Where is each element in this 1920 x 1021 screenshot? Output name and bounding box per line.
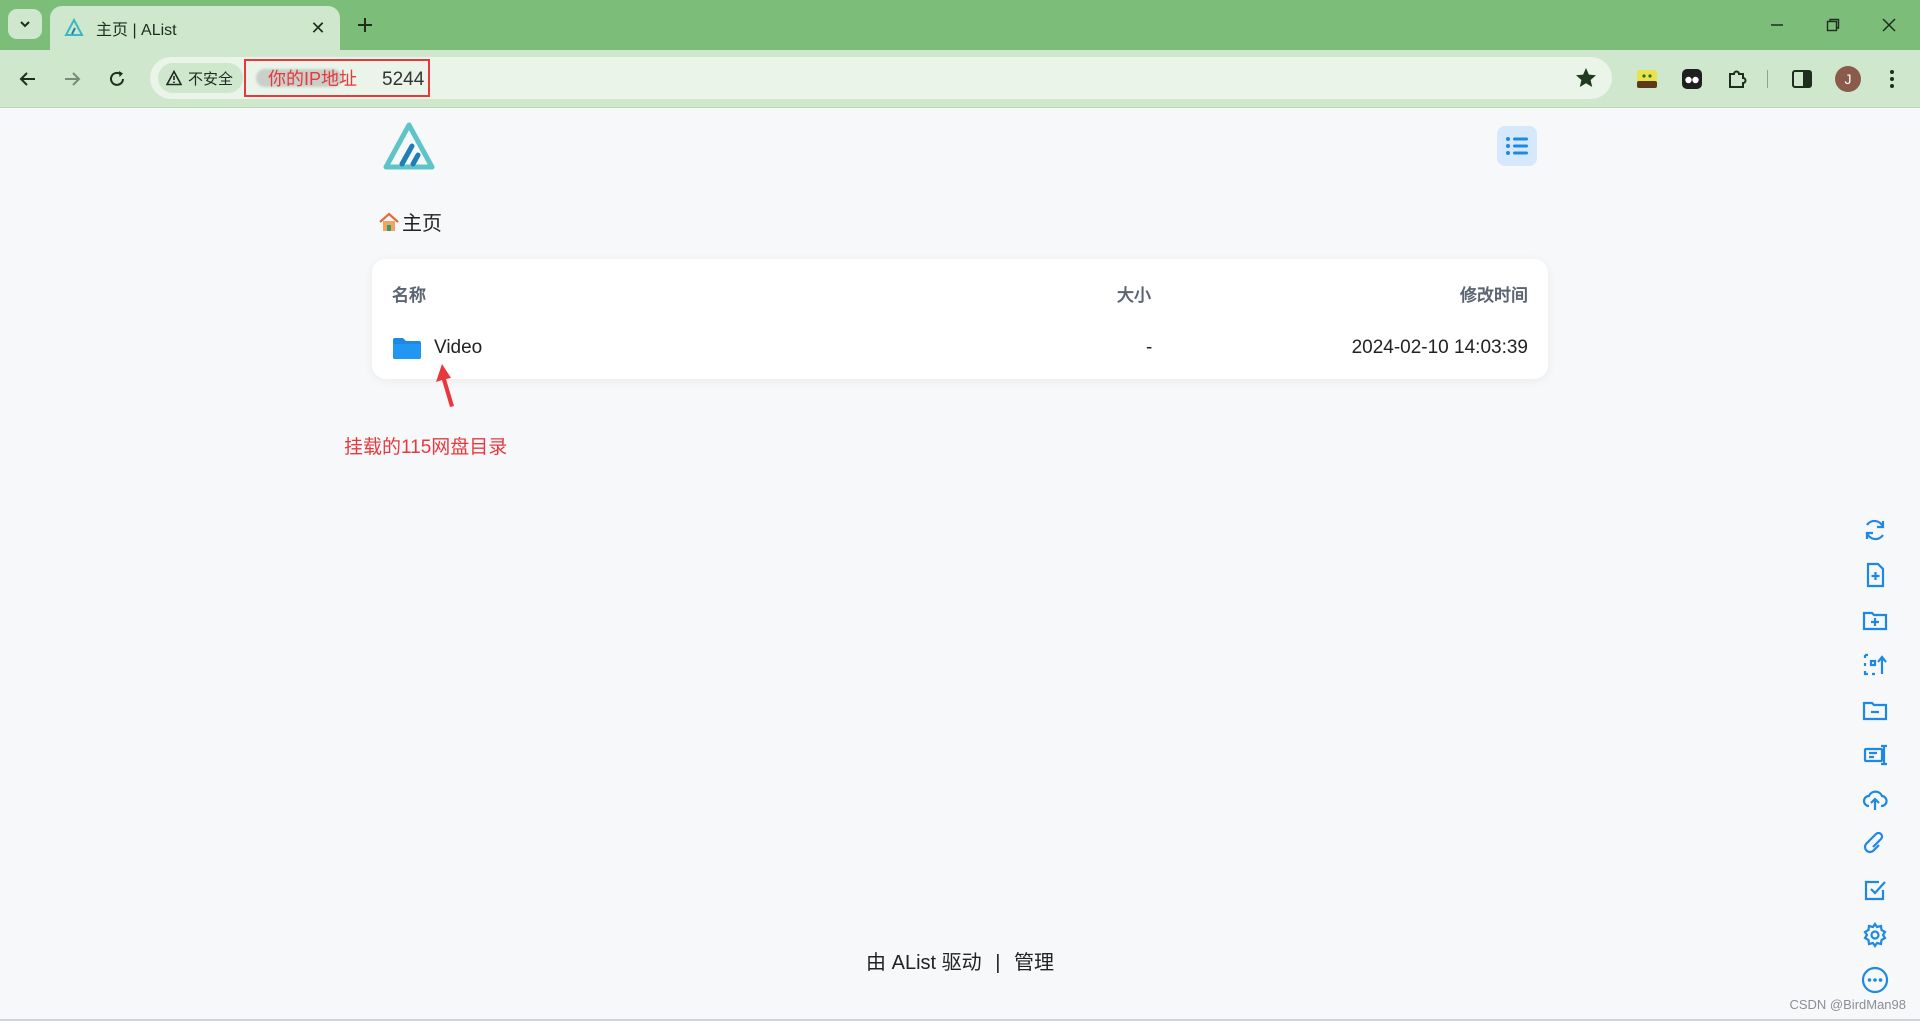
breadcrumb: 主页 — [378, 207, 442, 236]
chevron-down-icon — [20, 21, 30, 28]
new-tab-button[interactable] — [352, 12, 378, 38]
column-header-name[interactable]: 名称 — [392, 281, 426, 306]
restore-icon — [1826, 18, 1840, 32]
manage-link[interactable]: 管理 — [1014, 952, 1054, 974]
browser-tab[interactable]: 主页 | AList ✕ — [50, 6, 340, 50]
plus-icon — [358, 18, 372, 32]
new-file-button[interactable] — [1855, 555, 1895, 595]
move-icon — [1862, 701, 1888, 721]
refresh-button[interactable] — [1855, 510, 1895, 550]
restore-button[interactable] — [1818, 10, 1848, 40]
batch-rename-button[interactable] — [1855, 645, 1895, 685]
extensions-button[interactable] — [1723, 65, 1751, 93]
column-header-size[interactable]: 大小 — [1117, 281, 1151, 306]
annotation-text: 挂载的115网盘目录 — [344, 437, 508, 458]
close-tab-icon[interactable]: ✕ — [308, 18, 328, 38]
copy-icon — [1863, 744, 1887, 766]
toolbar-divider — [1767, 70, 1768, 88]
breadcrumb-home-link[interactable]: 主页 — [402, 207, 442, 236]
file-modified: 2024-02-10 14:03:39 — [1351, 337, 1528, 358]
extension-app-icon — [1637, 70, 1657, 88]
puzzle-icon — [1729, 70, 1747, 88]
new-folder-icon — [1862, 611, 1888, 631]
url-text[interactable]: 你的IP地址 5244 — [244, 59, 430, 97]
tab-search-button[interactable] — [8, 9, 42, 39]
alist-logo[interactable] — [383, 122, 435, 170]
home-icon — [379, 212, 399, 231]
move-button[interactable] — [1855, 690, 1895, 730]
extension-2-button[interactable] — [1678, 65, 1706, 93]
layout-toggle-button[interactable] — [1497, 126, 1537, 166]
profile-avatar[interactable]: J — [1835, 66, 1861, 92]
reload-icon — [110, 71, 124, 86]
security-label: 不安全 — [188, 70, 234, 88]
gear-icon — [1863, 922, 1887, 948]
browser-toolbar: 不安全 你的IP地址 5244 — [0, 50, 1920, 108]
more-vertical-icon — [1890, 70, 1894, 88]
bookmark-star-icon[interactable] — [1574, 66, 1598, 90]
new-folder-button[interactable] — [1855, 600, 1895, 640]
arrow-left-icon — [19, 72, 35, 86]
tab-title: 主页 | AList — [96, 22, 177, 39]
file-size: - — [1146, 337, 1153, 358]
warning-icon — [166, 70, 182, 86]
close-icon — [1882, 18, 1896, 32]
folder-icon — [393, 338, 421, 359]
address-bar[interactable]: 不安全 你的IP地址 5244 — [150, 57, 1612, 99]
select-mode-button[interactable] — [1855, 870, 1895, 910]
checkbox-icon — [1864, 880, 1886, 901]
new-file-icon — [1866, 562, 1885, 588]
arrow-right-icon — [65, 72, 81, 86]
copy-button[interactable] — [1855, 735, 1895, 775]
refresh-icon — [1865, 519, 1885, 541]
forward-button[interactable] — [58, 65, 86, 93]
side-panel-icon — [1792, 70, 1812, 88]
offline-download-button[interactable] — [1855, 825, 1895, 865]
security-chip[interactable]: 不安全 — [158, 63, 244, 93]
back-button[interactable] — [14, 65, 42, 93]
file-name[interactable]: Video — [434, 337, 482, 359]
side-panel-button[interactable] — [1788, 65, 1816, 93]
column-header-modified[interactable]: 修改时间 — [1460, 281, 1528, 306]
batch-rename-icon — [1863, 653, 1887, 676]
url-annotation: 你的IP地址 — [268, 69, 358, 89]
alist-favicon-icon — [64, 18, 84, 36]
list-icon — [1506, 137, 1528, 155]
reload-button[interactable] — [103, 65, 131, 93]
file-list: 名称 大小 修改时间 Video - 2024-02-10 14:03:39 — [372, 259, 1548, 379]
upload-button[interactable] — [1855, 780, 1895, 820]
footer-separator: | — [995, 952, 1001, 974]
extension-1-button[interactable] — [1633, 65, 1661, 93]
url-port: 5244 — [382, 69, 425, 90]
footer: 由 AList 驱动 | 管理 — [0, 946, 1920, 975]
link-icon — [1863, 832, 1884, 854]
extension-app-icon — [1682, 69, 1702, 89]
annotation-arrow — [436, 364, 454, 407]
upload-icon — [1862, 790, 1888, 810]
menu-button[interactable] — [1878, 65, 1906, 93]
watermark: CSDN @BirdMan98 — [1789, 997, 1906, 1012]
minimize-icon — [1771, 24, 1783, 26]
powered-by-link[interactable]: 由 AList 驱动 — [866, 952, 982, 974]
minimize-button[interactable] — [1762, 10, 1792, 40]
table-row[interactable]: Video - 2024-02-10 14:03:39 — [382, 327, 1538, 369]
close-window-button[interactable] — [1874, 10, 1904, 40]
browser-title-bar: 主页 | AList ✕ — [0, 0, 1920, 50]
